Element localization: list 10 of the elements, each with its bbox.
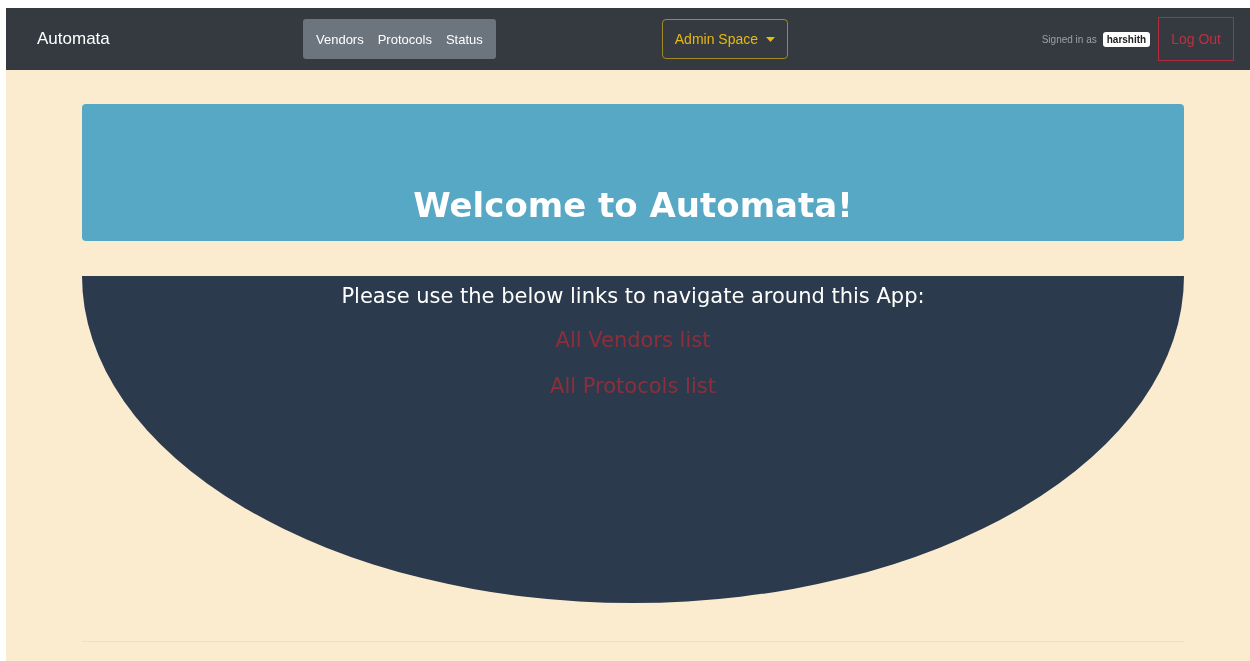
username-badge: harshith (1102, 31, 1151, 47)
caret-icon (766, 36, 776, 42)
nav-link[interactable]: Status (438, 31, 490, 47)
welcome-title: Welcome to Automata! (413, 185, 853, 225)
brand-title[interactable]: Automata (37, 29, 303, 49)
admin-dropdown[interactable]: Admin Space (661, 19, 789, 59)
nav-link[interactable]: Protocols (370, 31, 439, 47)
nav-link[interactable]: Vendors (309, 31, 371, 47)
intro-text: Please use the below links to navigate around this App: (341, 284, 925, 308)
signed-in-label: Signed in as (1041, 33, 1097, 45)
